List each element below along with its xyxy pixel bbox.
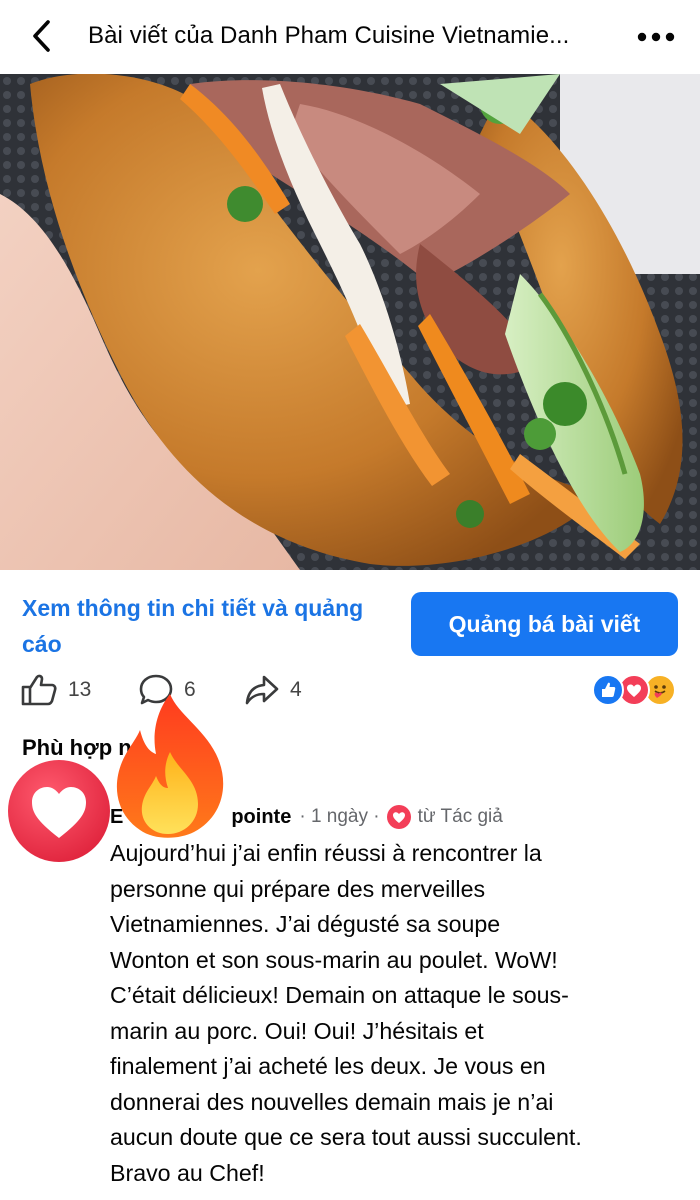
comment-author-tail[interactable]: pointe xyxy=(231,806,291,829)
share-stat[interactable]: 4 xyxy=(244,673,302,707)
fire-emoji-icon xyxy=(116,694,224,838)
more-options-button[interactable] xyxy=(632,20,680,54)
more-horizontal-icon xyxy=(637,32,675,42)
fire-emoji-overlay xyxy=(108,690,233,840)
share-count: 4 xyxy=(290,678,302,701)
heart-reaction-icon xyxy=(8,760,110,862)
banh-mi-sandwich-photo xyxy=(0,74,700,570)
top-bar: Bài viết của Danh Pham Cuisine Vietnamie… xyxy=(0,0,700,74)
like-count: 13 xyxy=(68,678,92,701)
view-details-and-ads-link[interactable]: Xem thông tin chi tiết và quảng cáo xyxy=(22,590,372,662)
thumbs-up-icon xyxy=(21,674,57,706)
boost-post-button[interactable]: Quảng bá bài viết xyxy=(411,592,678,656)
share-arrow-icon xyxy=(245,675,279,705)
chevron-left-icon xyxy=(33,20,50,52)
reaction-summary[interactable] xyxy=(592,674,682,706)
author-badge-label: từ Tác giả xyxy=(417,806,503,827)
post-image[interactable] xyxy=(0,74,700,570)
comment-time: · 1 ngày · xyxy=(299,806,380,827)
heart-reaction-overlay xyxy=(6,758,112,864)
back-button[interactable] xyxy=(26,16,60,56)
like-reaction-icon xyxy=(592,674,624,706)
comment-text: Aujourd’hui j’ai enfin réussi à rencontr… xyxy=(110,840,582,1186)
page-title: Bài viết của Danh Pham Cuisine Vietnamie… xyxy=(88,22,570,49)
like-stat[interactable]: 13 xyxy=(20,673,91,707)
author-heart-badge-icon xyxy=(386,805,411,829)
